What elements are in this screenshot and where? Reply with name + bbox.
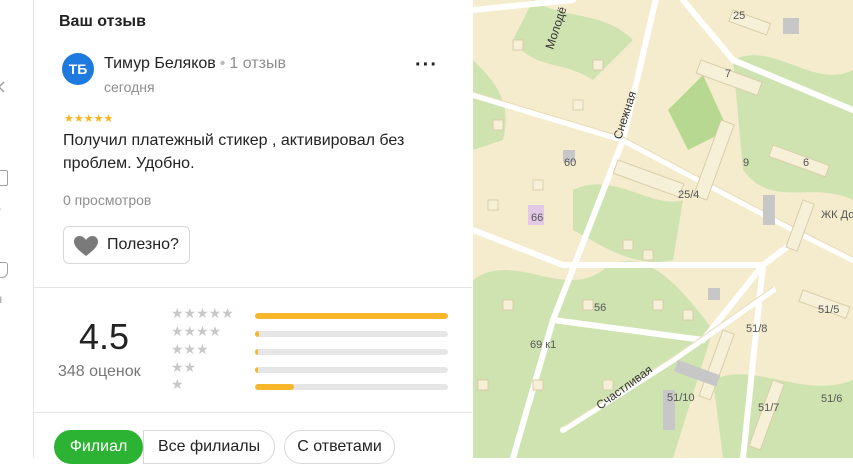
distribution-bar-fill [255, 384, 294, 390]
house-number: 51/6 [821, 393, 842, 405]
rail-item-route[interactable]: д [0, 78, 33, 128]
author-line: Тимур Беляков • 1 отзыв [104, 55, 286, 73]
distribution-stars: ★★ [171, 359, 197, 375]
house-number: 66 [531, 212, 543, 224]
house-number: 60 [564, 157, 576, 169]
street-label-snezhnaya: Снежная [611, 89, 640, 141]
distribution-stars: ★★★★★ [171, 305, 234, 321]
useful-button[interactable]: Полезно? [63, 226, 190, 264]
distribution-bar [255, 367, 448, 373]
distribution-bar-fill [255, 367, 258, 373]
rating-count: 348 оценок [58, 363, 141, 380]
house-number: 6 [803, 157, 809, 169]
tag-icon [0, 262, 8, 278]
map[interactable]: Молодё Снежная Счастливая 25 7 9 6 60 66… [473, 0, 853, 458]
complex-label: ЖК До [821, 209, 853, 221]
rail-item-label: ты [0, 292, 2, 306]
house-number: 7 [725, 68, 731, 80]
map-canvas[interactable]: Молодё Снежная Счастливая 25 7 9 6 60 66… [473, 0, 853, 458]
left-rail: ья д ьё ты [0, 0, 34, 458]
filter-all-branches[interactable]: Все филиалы [143, 430, 275, 464]
distribution-bar-fill [255, 349, 258, 355]
distribution-bar [255, 384, 448, 390]
distribution-stars: ★★★★ [171, 323, 222, 339]
house-number: 25 [733, 10, 745, 22]
distribution-bar-fill [255, 331, 259, 337]
house-number: 56 [594, 302, 606, 314]
views-count: 0 просмотров [63, 192, 152, 208]
distribution-bar [255, 313, 448, 319]
house-number: 9 [743, 157, 749, 169]
house-number: 51/10 [667, 392, 695, 404]
rail-item-places[interactable]: ья [0, 20, 33, 40]
route-icon [0, 80, 6, 94]
distribution-bar [255, 331, 448, 337]
house-number: 51/5 [818, 304, 839, 316]
review-date: сегодня [104, 79, 155, 95]
review-stars: ★★★★★ [64, 113, 114, 125]
filter-with-replies[interactable]: С ответами [284, 430, 395, 464]
distribution-stars: ★ [171, 376, 184, 392]
house-icon [0, 170, 8, 186]
heart-icon [74, 236, 98, 256]
avatar[interactable]: ТБ [62, 53, 94, 85]
house-number: 51/8 [746, 323, 767, 335]
author-review-count[interactable]: 1 отзыв [229, 55, 286, 72]
reviews-panel: Ваш отзыв ТБ Тимур Беляков • 1 отзыв сегод… [34, 0, 472, 464]
house-number: 69 к1 [530, 339, 556, 351]
distribution-bar [255, 349, 448, 355]
review-text: Получил платежный стикер , активировал б… [63, 132, 405, 172]
more-options-icon[interactable]: ··· [415, 55, 438, 75]
section-title: Ваш отзыв [59, 13, 146, 30]
rail-item-housing[interactable]: ьё [0, 170, 33, 220]
rail-item-label: ьё [0, 202, 1, 216]
rail-item-offers[interactable]: ты [0, 262, 33, 312]
separator-dot: • [219, 55, 226, 72]
rating-value: 4.5 [79, 316, 130, 357]
divider [34, 412, 472, 413]
house-number: 51/7 [758, 402, 779, 414]
useful-label: Полезно? [107, 236, 179, 253]
house-number: 25/4 [678, 189, 699, 201]
distribution-bar-fill [255, 313, 448, 319]
divider [34, 287, 472, 288]
distribution-stars: ★★★ [171, 341, 209, 357]
author-name[interactable]: Тимур Беляков [104, 55, 216, 72]
filter-branch[interactable]: Филиал [54, 430, 143, 464]
rail-item-label: ья [0, 22, 1, 36]
